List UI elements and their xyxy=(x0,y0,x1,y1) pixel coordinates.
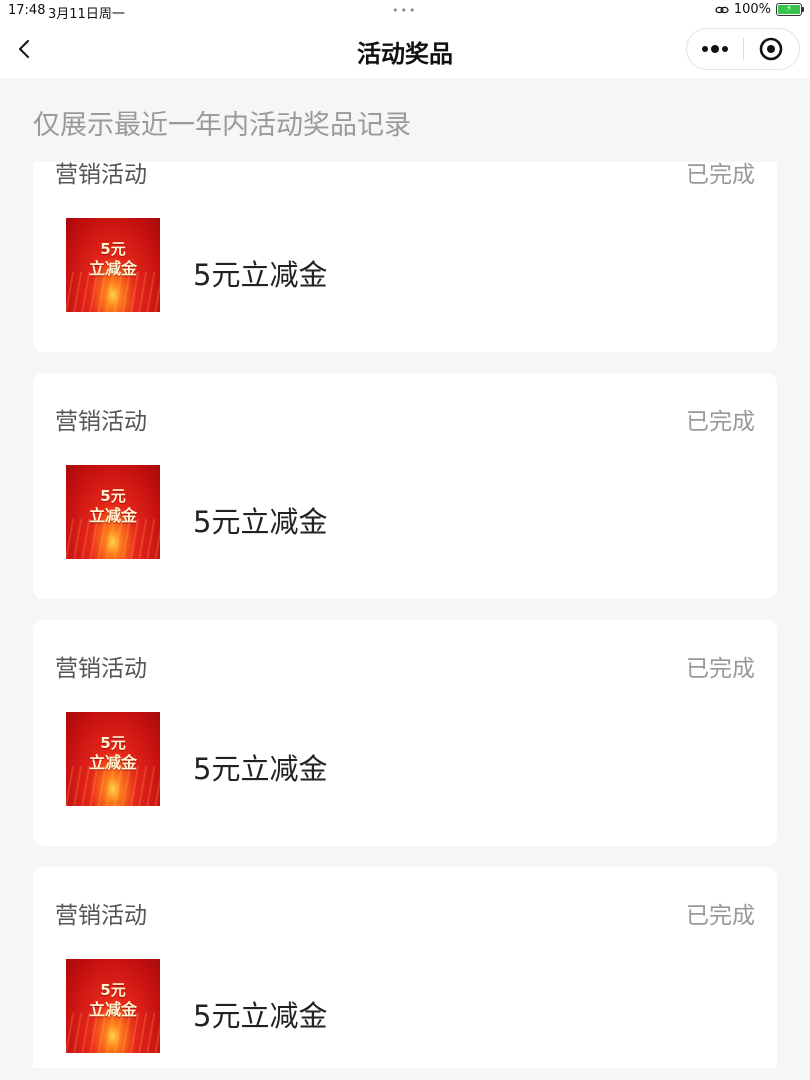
records-list[interactable]: 营销活动 已完成 5元 立减金 5元立减金 营销活动 已完成 5元 立减金 5元… xyxy=(0,162,810,1068)
records-list-content: 营销活动 已完成 5元 立减金 5元立减金 营销活动 已完成 5元 立减金 5元… xyxy=(0,162,810,1068)
prize-thumbnail: 5元 立减金 xyxy=(66,465,160,559)
more-button[interactable] xyxy=(687,29,743,69)
record-card[interactable]: 营销活动 已完成 5元 立减金 5元立减金 xyxy=(33,620,777,846)
prize-name: 5元立减金 xyxy=(193,752,328,786)
prize-image-name: 立减金 xyxy=(88,506,137,525)
prize-thumbnail: 5元 立减金 xyxy=(66,959,160,1053)
status-date: 3月11日周一 xyxy=(48,7,125,22)
link-icon xyxy=(715,6,729,13)
multitask-dots-icon[interactable]: ••• xyxy=(392,4,417,17)
activity-name: 营销活动 xyxy=(55,656,147,682)
prize-name: 5元立减金 xyxy=(193,505,328,539)
more-dots-icon xyxy=(701,45,728,53)
status-time: 17:48 xyxy=(8,3,46,18)
miniprogram-capsule xyxy=(686,28,800,70)
prize-image-amount: 5元 xyxy=(100,734,126,752)
navigation-bar: 活动奖品 xyxy=(0,22,810,78)
prize-image-amount: 5元 xyxy=(100,240,126,258)
record-card[interactable]: 营销活动 已完成 5元 立减金 5元立减金 xyxy=(33,162,777,352)
prize-thumbnail: 5元 立减金 xyxy=(66,218,160,312)
activity-name: 营销活动 xyxy=(55,409,147,435)
prize-name: 5元立减金 xyxy=(193,258,328,292)
battery-percent: 100% xyxy=(733,2,771,17)
prize-thumbnail: 5元 立减金 xyxy=(66,712,160,806)
record-card[interactable]: 营销活动 已完成 5元 立减金 5元立减金 xyxy=(33,373,777,599)
activity-name: 营销活动 xyxy=(55,162,147,188)
status-right: 100% ⚡ xyxy=(715,2,804,17)
close-target-icon xyxy=(759,37,783,61)
record-card[interactable]: 营销活动 已完成 5元 立减金 5元立减金 xyxy=(33,867,777,1068)
activity-name: 营销活动 xyxy=(55,903,147,929)
close-button[interactable] xyxy=(743,29,799,69)
record-status: 已完成 xyxy=(686,903,755,929)
prize-name: 5元立减金 xyxy=(193,999,328,1033)
prize-image-amount: 5元 xyxy=(100,981,126,999)
record-status: 已完成 xyxy=(686,162,755,188)
prize-image-amount: 5元 xyxy=(100,487,126,505)
prize-image-name: 立减金 xyxy=(88,259,137,278)
battery-charging-icon: ⚡ xyxy=(776,3,804,16)
record-status: 已完成 xyxy=(686,656,755,682)
status-bar: 17:48 3月11日周一 ••• 100% ⚡ xyxy=(0,0,810,22)
record-status: 已完成 xyxy=(686,409,755,435)
notice-text: 仅展示最近一年内活动奖品记录 xyxy=(33,110,411,141)
prize-image-name: 立减金 xyxy=(88,1000,137,1019)
prize-image-name: 立减金 xyxy=(88,753,137,772)
